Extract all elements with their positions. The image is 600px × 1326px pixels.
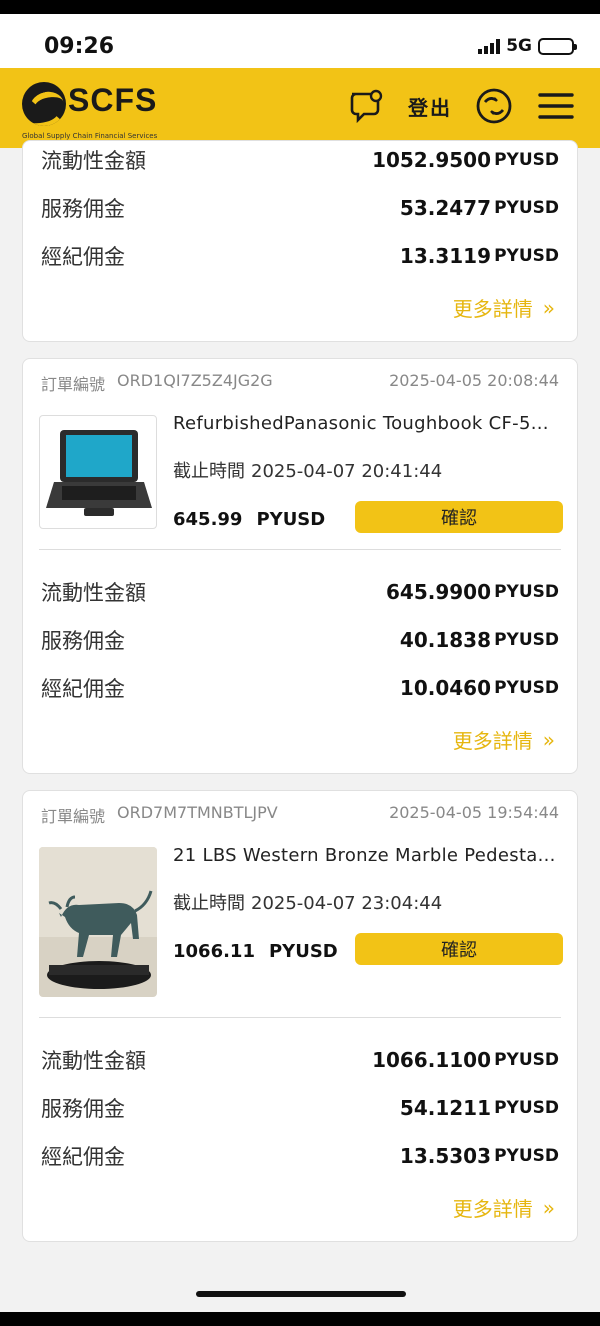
broker-fee-value: 13.5303 bbox=[399, 1144, 491, 1168]
service-fee-row: 服務佣金 54.1211 PYUSD bbox=[41, 1093, 559, 1123]
order-number: ORD1QI7Z5Z4JG2G bbox=[117, 371, 273, 390]
broker-fee-label: 經紀佣金 bbox=[41, 1145, 125, 1169]
broker-fee-value: 13.3119 bbox=[399, 244, 491, 268]
service-fee-label: 服務佣金 bbox=[41, 197, 125, 221]
brand-name: SCFS bbox=[68, 82, 158, 118]
logo[interactable]: SCFS Global Supply Chain Financial Servi… bbox=[22, 78, 172, 140]
confirm-button[interactable]: 確認 bbox=[355, 933, 563, 965]
broker-fee-row: 經紀佣金 10.0460 PYUSD bbox=[41, 673, 559, 703]
deadline: 截止時間 2025-04-07 23:04:44 bbox=[173, 889, 442, 915]
deadline: 截止時間 2025-04-07 20:41:44 bbox=[173, 457, 442, 483]
currency: PYUSD bbox=[494, 198, 559, 218]
price-value: 1066.11 bbox=[173, 941, 255, 962]
signal-icon bbox=[478, 38, 501, 54]
order-number-label: 訂單編號 bbox=[41, 375, 106, 394]
price: 1066.11 PYUSD bbox=[173, 941, 338, 962]
order-header: 訂單編號 ORD1QI7Z5Z4JG2G 2025-04-05 20:08:44 bbox=[41, 371, 559, 395]
currency: PYUSD bbox=[494, 246, 559, 266]
menu-icon[interactable] bbox=[536, 86, 576, 126]
liquidity-label: 流動性金額 bbox=[41, 581, 146, 605]
language-icon[interactable] bbox=[474, 86, 514, 126]
currency: PYUSD bbox=[494, 630, 559, 650]
status-bar: 09:26 5G bbox=[0, 14, 600, 68]
more-details-link[interactable]: 更多詳情 » bbox=[453, 1193, 555, 1222]
service-fee-row: 服務佣金 53.2477 PYUSD bbox=[41, 193, 559, 223]
service-fee-label: 服務佣金 bbox=[41, 1097, 125, 1121]
divider bbox=[39, 1017, 561, 1018]
order-card: 訂單編號 ORD1QI7Z5Z4JG2G 2025-04-05 20:08:44… bbox=[22, 358, 578, 774]
liquidity-row: 流動性金額 645.9900 PYUSD bbox=[41, 577, 559, 607]
order-number-label: 訂單編號 bbox=[41, 807, 106, 826]
currency: PYUSD bbox=[494, 1098, 559, 1118]
price-currency: PYUSD bbox=[256, 509, 326, 530]
deadline-label: 截止時間 bbox=[173, 461, 245, 482]
app-header: SCFS Global Supply Chain Financial Servi… bbox=[0, 68, 600, 148]
price: 645.99 PYUSD bbox=[173, 509, 325, 530]
status-indicators: 5G bbox=[478, 36, 577, 56]
more-details-link[interactable]: 更多詳情 » bbox=[453, 293, 555, 322]
confirm-button[interactable]: 確認 bbox=[355, 501, 563, 533]
network-label: 5G bbox=[506, 36, 532, 56]
header-actions: 登出 bbox=[346, 86, 576, 126]
divider bbox=[39, 549, 561, 550]
top-bezel bbox=[0, 0, 600, 14]
bronze-bull-image bbox=[39, 847, 157, 997]
liquidity-label: 流動性金額 bbox=[41, 149, 146, 173]
service-fee-value: 53.2477 bbox=[399, 196, 491, 220]
service-fee-value: 40.1838 bbox=[399, 628, 491, 652]
liquidity-value: 1066.1100 bbox=[372, 1048, 491, 1072]
currency: PYUSD bbox=[494, 582, 559, 602]
currency: PYUSD bbox=[494, 678, 559, 698]
liquidity-label: 流動性金額 bbox=[41, 1049, 146, 1073]
status-time: 09:26 bbox=[44, 34, 115, 59]
order-datetime: 2025-04-05 20:08:44 bbox=[389, 371, 559, 390]
service-fee-label: 服務佣金 bbox=[41, 629, 125, 653]
service-fee-row: 服務佣金 40.1838 PYUSD bbox=[41, 625, 559, 655]
order-datetime: 2025-04-05 19:54:44 bbox=[389, 803, 559, 822]
price-currency: PYUSD bbox=[268, 941, 338, 962]
battery-icon bbox=[538, 37, 577, 55]
liquidity-value: 645.9900 bbox=[385, 580, 491, 604]
bottom-bezel bbox=[0, 1312, 600, 1326]
price-value: 645.99 bbox=[173, 509, 243, 530]
liquidity-row: 流動性金額 1052.9500 PYUSD bbox=[41, 145, 559, 175]
deadline-label: 截止時間 bbox=[173, 893, 245, 914]
more-details-link[interactable]: 更多詳情 » bbox=[453, 725, 555, 754]
order-card-partial: 流動性金額 1052.9500 PYUSD 服務佣金 53.2477 PYUSD… bbox=[22, 140, 578, 342]
service-fee-value: 54.1211 bbox=[399, 1096, 491, 1120]
more-details-label: 更多詳情 bbox=[452, 1197, 533, 1221]
broker-fee-label: 經紀佣金 bbox=[41, 245, 125, 269]
double-chevron-right-icon: » bbox=[542, 295, 555, 320]
chat-icon[interactable] bbox=[346, 86, 386, 126]
more-details-label: 更多詳情 bbox=[452, 729, 533, 753]
broker-fee-row: 經紀佣金 13.5303 PYUSD bbox=[41, 1141, 559, 1171]
order-number: ORD7M7TMNBTLJPV bbox=[117, 803, 278, 822]
double-chevron-right-icon: » bbox=[542, 1195, 555, 1220]
brand-tagline: Global Supply Chain Financial Services bbox=[22, 132, 158, 140]
logo-mark-icon bbox=[22, 82, 66, 126]
deadline-value: 2025-04-07 23:04:44 bbox=[251, 893, 443, 914]
liquidity-value: 1052.9500 bbox=[372, 148, 491, 172]
deadline-value: 2025-04-07 20:41:44 bbox=[251, 461, 443, 482]
broker-fee-value: 10.0460 bbox=[399, 676, 491, 700]
logout-button[interactable]: 登出 bbox=[408, 92, 452, 121]
currency: PYUSD bbox=[494, 1050, 559, 1070]
order-card: 訂單編號 ORD7M7TMNBTLJPV 2025-04-05 19:54:44… bbox=[22, 790, 578, 1242]
product-name: 21 LBS Western Bronze Marble Pedesta... bbox=[173, 845, 556, 866]
more-details-label: 更多詳情 bbox=[452, 297, 533, 321]
liquidity-row: 流動性金額 1066.1100 PYUSD bbox=[41, 1045, 559, 1075]
home-indicator[interactable] bbox=[196, 1291, 406, 1297]
order-header: 訂單編號 ORD7M7TMNBTLJPV 2025-04-05 19:54:44 bbox=[41, 803, 559, 827]
currency: PYUSD bbox=[494, 150, 559, 170]
broker-fee-row: 經紀佣金 13.3119 PYUSD bbox=[41, 241, 559, 271]
double-chevron-right-icon: » bbox=[542, 727, 555, 752]
laptop-image bbox=[39, 415, 157, 529]
product-name: RefurbishedPanasonic Toughbook CF-5... bbox=[173, 413, 549, 434]
currency: PYUSD bbox=[494, 1146, 559, 1166]
broker-fee-label: 經紀佣金 bbox=[41, 677, 125, 701]
